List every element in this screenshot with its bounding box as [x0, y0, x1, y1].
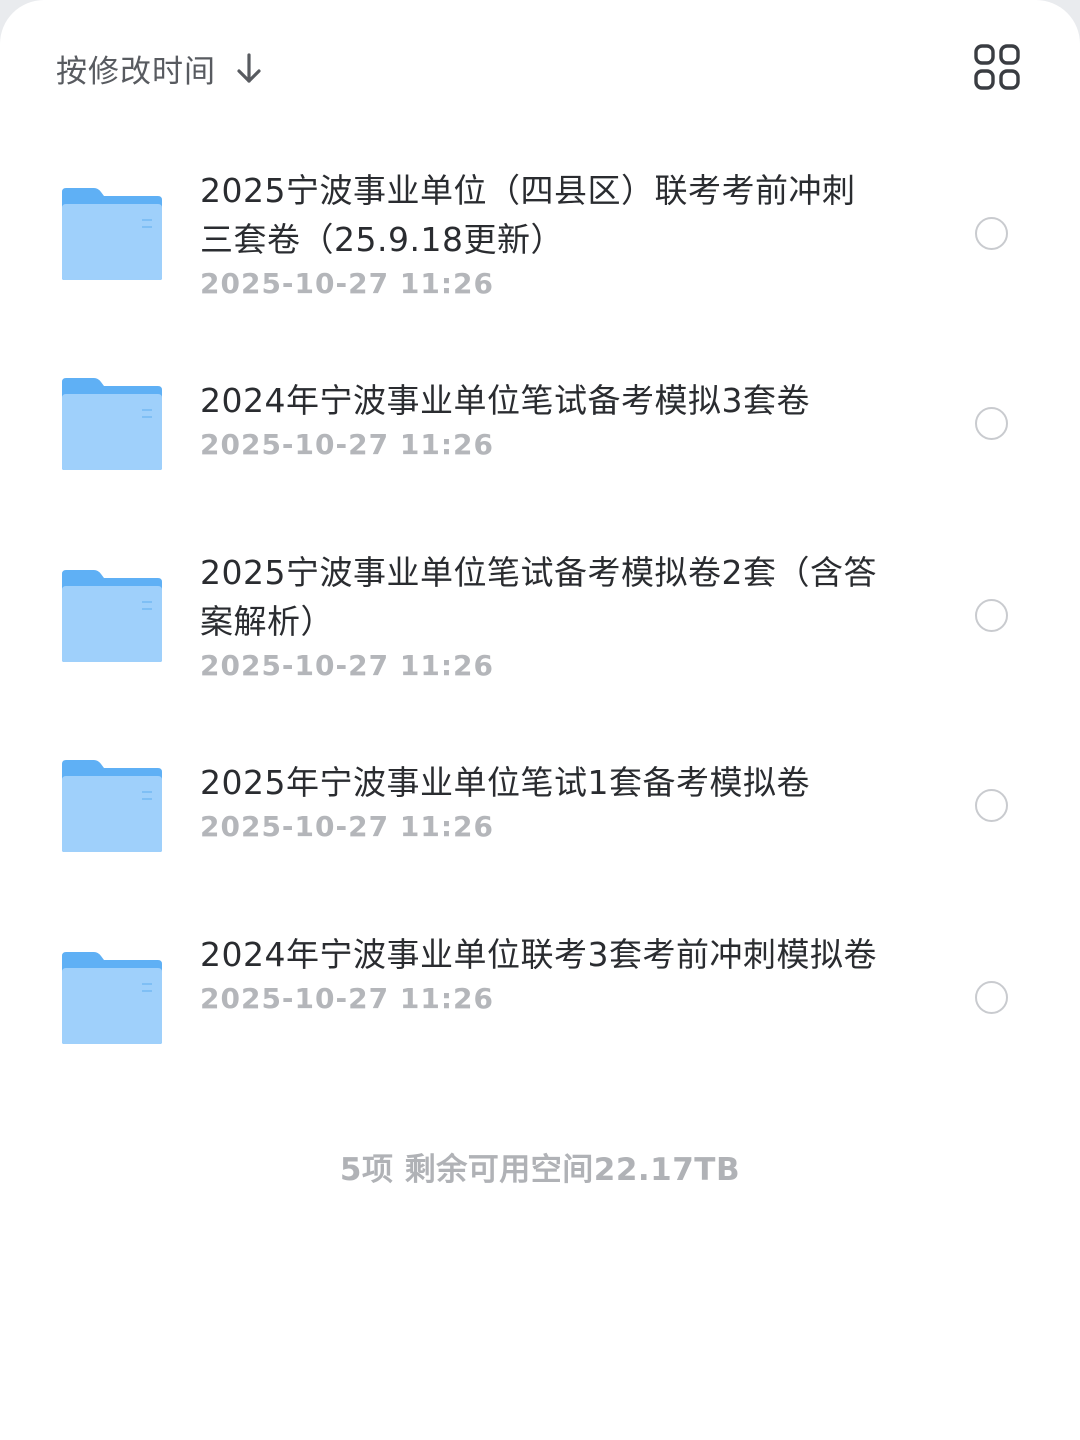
folder-icon: [62, 760, 162, 852]
folder-text: 2025宁波事业单位（四县区）联考考前冲刺三套卷（25.9.18更新） 2025…: [200, 166, 880, 304]
select-radio[interactable]: [975, 217, 1008, 250]
sort-button[interactable]: 按修改时间: [56, 44, 264, 92]
sort-label: 按修改时间: [56, 53, 216, 90]
folder-text: 2025宁波事业单位笔试备考模拟卷2套（含答案解析） 2025-10-27 11…: [200, 548, 880, 686]
grid-view-icon[interactable]: [972, 42, 1022, 92]
file-browser-panel: 按修改时间 2025宁波事业单位（四县区）联考考前冲刺三套卷（25.9.18更新…: [0, 0, 1080, 1440]
select-radio[interactable]: [975, 407, 1008, 440]
folder-modified-time: 2025-10-27 11:26: [200, 428, 494, 461]
folder-name: 2025宁波事业单位笔试备考模拟卷2套（含答案解析）: [200, 553, 877, 641]
folder-icon: [62, 378, 162, 470]
storage-summary: 5项 剩余可用空间22.17TB: [339, 1152, 741, 1188]
folder-icon: [62, 188, 162, 280]
folder-name: 2025宁波事业单位（四县区）联考考前冲刺三套卷（25.9.18更新）: [200, 171, 856, 259]
folder-text: 2024年宁波事业单位笔试备考模拟3套卷 2025-10-27 11:26: [200, 376, 880, 465]
folder-name: 2025年宁波事业单位笔试1套备考模拟卷: [200, 763, 810, 802]
folder-text: 2025年宁波事业单位笔试1套备考模拟卷 2025-10-27 11:26: [200, 758, 880, 847]
select-radio[interactable]: [975, 981, 1008, 1014]
folder-name: 2024年宁波事业单位笔试备考模拟3套卷: [200, 381, 810, 420]
folder-icon: [62, 952, 162, 1044]
folder-icon: [62, 570, 162, 662]
folder-modified-time: 2025-10-27 11:26: [200, 649, 494, 682]
folder-name: 2024年宁波事业单位联考3套考前冲刺模拟卷: [200, 935, 877, 974]
arrow-down-icon: [237, 53, 261, 83]
folder-modified-time: 2025-10-27 11:26: [200, 267, 494, 300]
select-radio[interactable]: [975, 599, 1008, 632]
folder-modified-time: 2025-10-27 11:26: [200, 810, 494, 843]
select-radio[interactable]: [975, 789, 1008, 822]
folder-modified-time: 2025-10-27 11:26: [200, 982, 494, 1015]
folder-text: 2024年宁波事业单位联考3套考前冲刺模拟卷 2025-10-27 11:26: [200, 930, 880, 1019]
